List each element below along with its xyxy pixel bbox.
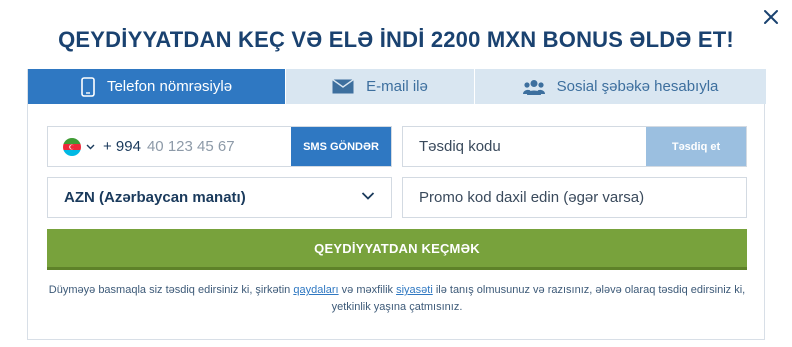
tab-phone-label: Telefon nömrəsiylə: [106, 78, 233, 95]
rules-link[interactable]: qaydaları: [293, 284, 338, 296]
terms-disclaimer: Düyməyə basmaqla siz təsdiq edirsiniz ki…: [47, 282, 747, 316]
privacy-policy-link[interactable]: siyasəti: [396, 284, 433, 296]
confirmation-code-input[interactable]: [403, 127, 643, 166]
close-icon: [764, 10, 778, 24]
phone-country-code: + 994: [103, 138, 141, 155]
chevron-down-icon: [361, 191, 375, 201]
promo-code-input[interactable]: [403, 178, 723, 217]
azerbaijan-flag-icon: [63, 137, 81, 156]
registration-tabs: Telefon nömrəsiylə E-mail ilə Sosial şəb…: [28, 69, 766, 104]
country-selector[interactable]: [48, 137, 103, 156]
confirmation-code-field: Təsdiq et: [402, 126, 747, 167]
send-sms-button[interactable]: SMS GÖNDƏR: [291, 127, 391, 166]
chevron-down-icon: [86, 144, 95, 150]
tab-email-label: E-mail ilə: [366, 78, 428, 95]
tab-email[interactable]: E-mail ilə: [286, 69, 475, 104]
promo-code-field: [402, 177, 747, 218]
close-button[interactable]: [760, 6, 782, 28]
registration-panel: Telefon nömrəsiylə E-mail ilə Sosial şəb…: [27, 69, 766, 340]
phone-icon: [81, 76, 95, 97]
envelope-icon: [332, 79, 355, 94]
page-title: QEYDİYYATDAN KEÇ VƏ ELƏ İNDİ 2200 MXN BO…: [58, 27, 734, 52]
tab-social-label: Sosial şəbəkə hesabıyla: [556, 78, 719, 95]
tab-social[interactable]: Sosial şəbəkə hesabıyla: [475, 69, 766, 104]
disclaimer-text-2: və məxfilik: [338, 284, 397, 296]
currency-selected-value: AZN (Azərbaycan manatı): [64, 189, 246, 206]
currency-select[interactable]: AZN (Azərbaycan manatı): [47, 177, 392, 218]
phone-input[interactable]: [146, 138, 287, 155]
register-button[interactable]: QEYDİYYATDAN KEÇMƏK: [47, 229, 747, 270]
phone-field: + 994 SMS GÖNDƏR: [47, 126, 392, 167]
tab-phone[interactable]: Telefon nömrəsiylə: [28, 69, 286, 104]
users-icon: [522, 79, 545, 95]
confirm-code-button[interactable]: Təsdiq et: [646, 127, 746, 166]
disclaimer-text-1: Düyməyə basmaqla siz təsdiq edirsiniz ki…: [48, 284, 294, 296]
